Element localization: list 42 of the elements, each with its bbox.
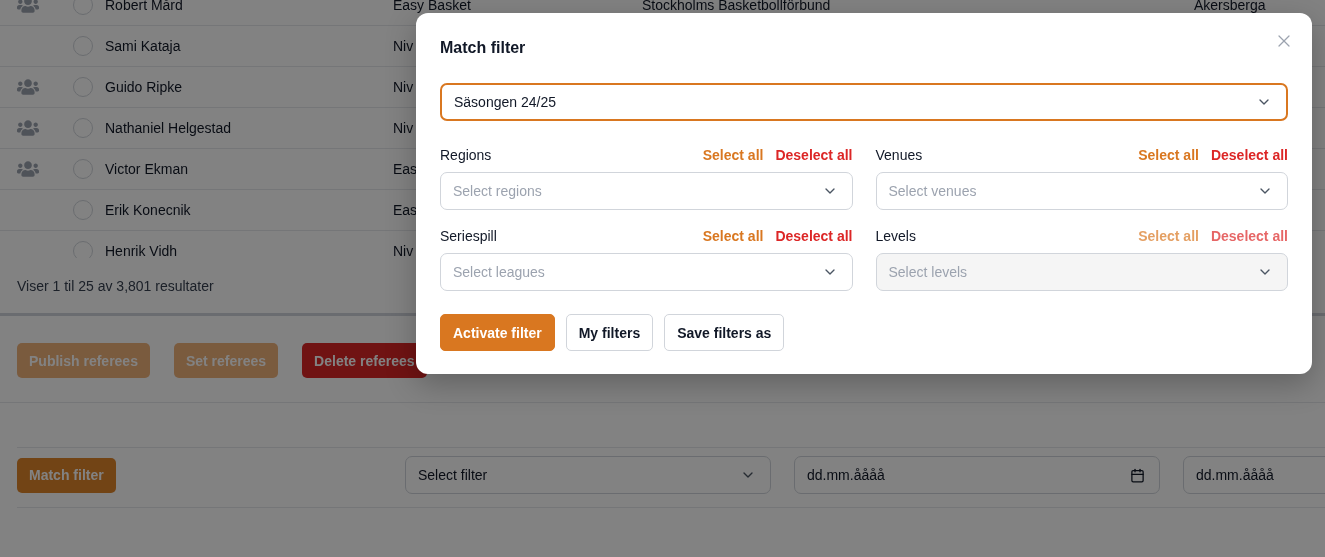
level-cell: Easy Basket [393,0,471,13]
select-all-link[interactable]: Select all [1138,147,1199,163]
field-label: Regions [440,147,493,163]
name-cell: Erik Konecnik [105,202,191,218]
name-cell: Henrik Vidh [105,243,178,258]
level-cell: Niv [393,38,414,54]
select-all-link[interactable]: Select all [702,147,764,163]
action-button[interactable]: Set referees [173,343,279,378]
action-button[interactable]: Publish referees [17,343,150,378]
level-cell: Niv [393,243,414,258]
match-filter-button[interactable]: Match filter [17,457,116,493]
select-all-link[interactable]: Select all [702,228,764,244]
multi-select[interactable]: Select venues [875,172,1288,210]
dialog-button[interactable]: My filters [565,314,654,351]
deselect-all-link[interactable]: Deselect all [1210,147,1288,163]
date-field[interactable]: dd.mm.åååå [794,456,1160,494]
level-cell: Niv [393,120,414,136]
deselect-all-link[interactable]: Deselect all [775,147,853,163]
level-cell: Niv [393,79,414,95]
results-count: Viser 1 til 25 av 3,801 resultater [17,277,214,294]
multi-select[interactable]: Select leagues [440,253,853,291]
field-label: Venues [875,147,924,163]
level-cell: Eas [393,161,418,177]
filter-select[interactable]: Select filter [405,456,771,494]
federation-cell: Stockholms Basketbollförbund [642,0,831,13]
multi-select[interactable]: Select regions [440,172,853,210]
dialog-button[interactable]: Save filters as [664,314,785,351]
dialog-button[interactable]: Activate filter [440,314,555,351]
name-cell: Guido Ripke [105,79,183,95]
level-cell: Eas [393,202,418,218]
calendar-icon[interactable] [1130,467,1145,483]
date-field[interactable]: dd.mm.åååå [1183,456,1325,494]
season-select[interactable]: Säsongen 24/25 [440,83,1288,121]
field-label: Seriespill [440,228,498,244]
action-button[interactable]: Delete referees [302,343,427,378]
name-cell: Nathaniel Helgestad [105,120,232,136]
city-cell: Akersberga [1194,0,1266,13]
dialog-title: Match filter [440,39,527,57]
field-label: Levels [875,228,917,244]
name-cell: Sami Kataja [105,38,181,54]
deselect-all-link[interactable]: Deselect all [775,228,853,244]
name-cell: Victor Ekman [105,161,188,177]
